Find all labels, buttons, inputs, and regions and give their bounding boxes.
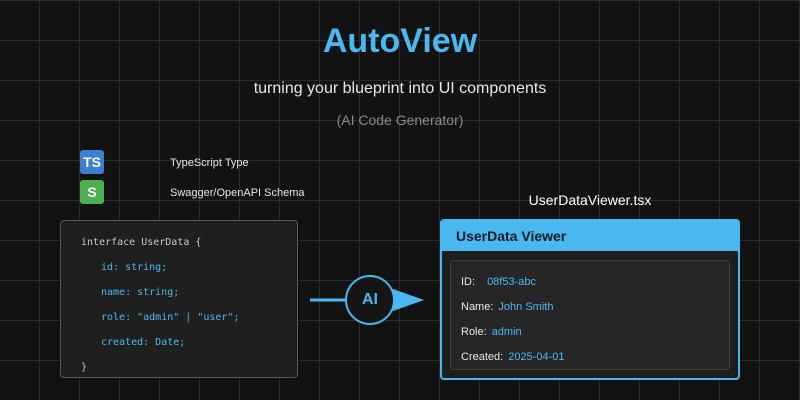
swagger-input-label: Swagger/OpenAPI Schema [170,187,305,199]
typescript-badge-icon: TS [80,150,104,174]
field-key: Created: [461,351,504,363]
field-key: Name: [461,301,494,313]
field-value: John Smith [498,301,554,313]
userdata-viewer-card: UserData Viewer ID: 08f53-abc Name: John S… [440,219,740,380]
viewer-body: ID: 08f53-abc Name: John Smith Role: admin … [450,260,730,370]
page-subtitle: turning your blueprint into UI component… [253,80,547,97]
field-key: ID: [461,276,476,288]
code-line: id: string; [101,262,168,273]
page-caption: (AI Code Generator) [336,112,464,128]
code-block: interface UserData { id: string; name: s… [60,220,298,378]
output-filename: UserDataViewer.tsx [528,192,652,208]
field-value: 08f53-abc [487,276,536,288]
field-id: ID: 08f53-abc [461,276,536,288]
field-value: admin [491,326,522,338]
swagger-badge-icon: S [80,180,104,204]
field-created: Created: 2025-04-01 [461,351,564,363]
field-key: Role: [461,326,487,338]
ai-label: AI [362,291,378,308]
typescript-input-label: TypeScript Type [170,157,249,169]
code-line: name: string; [101,287,180,298]
code-line: } [81,362,88,373]
field-name: Name: John Smith [461,301,553,313]
viewer-header: UserData Viewer [442,221,738,251]
field-role: Role: admin [461,326,522,338]
arrow-head-icon [393,289,424,311]
code-line: created: Date; [101,337,186,348]
code-line: interface UserData { [81,237,202,248]
field-value: 2025-04-01 [508,351,565,363]
page-title: AutoView [322,22,478,60]
code-line: role: "admin" | "user"; [101,312,240,323]
